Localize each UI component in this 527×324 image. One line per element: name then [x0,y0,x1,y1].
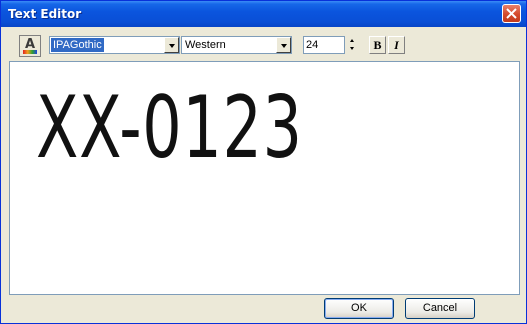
cancel-button[interactable]: Cancel [405,298,475,319]
close-icon [506,8,517,19]
font-family-value: IPAGothic [51,38,104,52]
text-color-button[interactable]: A [19,35,41,57]
script-select[interactable]: Western [181,36,292,54]
font-family-select[interactable]: IPAGothic [49,36,180,54]
font-size-value: 24 [306,39,319,51]
italic-button[interactable]: I [388,36,405,54]
text-editor-window: Text Editor A IPAGothic Western 24 B I X… [0,0,527,324]
chevron-down-icon[interactable] [276,37,291,53]
bold-button[interactable]: B [369,36,386,54]
font-size-spinner[interactable] [346,36,359,54]
close-button[interactable] [502,4,521,23]
spin-down-icon[interactable] [346,45,359,54]
editor-content: XX-0123 [36,78,303,178]
title-bar: Text Editor [1,1,526,27]
color-swatch-bar [23,50,37,54]
font-size-input[interactable]: 24 [303,36,345,54]
text-edit-area[interactable]: XX-0123 [9,61,520,295]
spin-up-icon[interactable] [346,36,359,45]
chevron-down-icon[interactable] [164,37,179,53]
script-value: Western [185,39,226,51]
window-title: Text Editor [8,7,82,21]
ok-button[interactable]: OK [324,298,394,319]
toolbar: A IPAGothic Western 24 B I [5,31,524,57]
